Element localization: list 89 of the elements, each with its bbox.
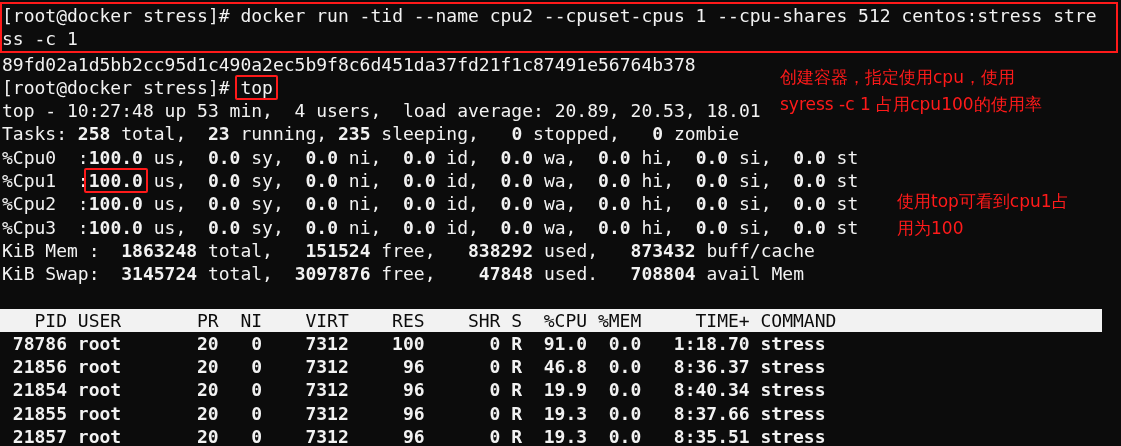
table-cell-text: R	[510, 378, 523, 402]
table-cell-text: 8:36.37	[672, 355, 750, 379]
table-cell-text: 19.9	[542, 378, 588, 402]
table-cell-text: root	[76, 378, 123, 402]
terminal-line: ss -c 1	[2, 28, 78, 50]
table-cell-text: 96	[401, 425, 425, 446]
table-cell-text: R	[510, 425, 523, 446]
table-cell-text: 19.3	[542, 401, 588, 426]
table-cell-text: 7312	[304, 425, 349, 446]
table-cell-text: 8:35.51	[672, 425, 750, 446]
column-header: %CPU	[542, 308, 588, 332]
table-cell-text: 20	[196, 425, 219, 446]
table-cell-text: 78786	[11, 331, 67, 356]
table-cell-text: 20	[196, 378, 219, 402]
column-header: TIME+	[694, 308, 750, 332]
table-cell-text: root	[76, 331, 123, 356]
table-cell-text: 20	[196, 401, 219, 426]
column-header: PR	[196, 308, 219, 332]
table-cell-text: 100	[391, 331, 425, 356]
table-cell-text: 0	[250, 378, 263, 402]
table-cell-text: 96	[401, 401, 425, 426]
highlighted-text: top	[235, 74, 278, 100]
table-cell-text: R	[510, 355, 523, 379]
column-header: RES	[391, 308, 425, 332]
column-header: S	[510, 308, 523, 332]
table-cell-text: 20	[196, 355, 219, 379]
table-cell-text: 0	[250, 355, 263, 379]
table-cell-text: 0	[488, 355, 501, 379]
terminal-line: KiB Swap: 3145724 total, 3097876 free, 47848 used. 708804 avail Mem	[2, 263, 804, 285]
table-cell-text: 21856	[11, 355, 67, 379]
column-header: PID	[33, 308, 67, 332]
terminal-line: 89fd02a1d5bb2cc95d1c490a2ec5b9f8c6d451da37fd21f1c87491e56764b378	[2, 53, 696, 75]
table-cell-text: 46.8	[542, 355, 588, 379]
table-cell-text: stress	[759, 331, 827, 356]
annotation-text: 创建容器，指定使用cpu，使用	[780, 66, 1016, 89]
table-cell-text: 0	[250, 401, 263, 426]
annotation-text: syress -c 1 占用cpu100的使用率	[780, 93, 1042, 116]
table-cell-text: 96	[401, 355, 425, 379]
terminal-line: %Cpu3 :100.0 us, 0.0 sy, 0.0 ni, 0.0 id, 0.0 wa, 0.0 hi, 0.0 si, 0.0 st	[2, 216, 859, 238]
table-cell-text: 0	[488, 425, 501, 446]
table-cell-text: 0.0	[607, 425, 642, 446]
table-cell-text: 7312	[304, 378, 349, 402]
table-cell-text: stress	[759, 425, 827, 446]
table-cell-text: 19.3	[542, 425, 588, 446]
table-cell-text: 21854	[11, 378, 67, 402]
column-header: USER	[76, 308, 123, 332]
table-cell-text: 0	[488, 331, 501, 356]
table-cell-text: 0.0	[607, 378, 642, 402]
annotation-text: 使用top可看到cpu1占	[897, 190, 1069, 213]
table-cell-text: 0.0	[607, 355, 642, 379]
terminal-line: Tasks: 258 total, 23 running, 235 sleeping, 0 stopped, 0 zombie	[2, 123, 739, 145]
table-cell-text: 20	[196, 331, 219, 356]
table-cell-text: 21857	[11, 425, 67, 446]
column-header: VIRT	[304, 308, 349, 332]
table-cell-text: 0.0	[607, 331, 642, 356]
table-cell-text: 8:40.34	[672, 378, 750, 402]
annotation-text: 用为100	[897, 217, 965, 240]
terminal-line: us, 0.0 sy, 0.0 ni, 0.0 id, 0.0 wa, 0.0 hi, 0.0 si, 0.0 st	[152, 170, 859, 192]
column-header: COMMAND	[759, 308, 838, 332]
table-cell-text: root	[76, 355, 123, 379]
table-cell-text: 0	[250, 331, 263, 356]
terminal-line: [root@docker stress]# docker run -tid --name cpu2 --cpuset-cpus 1 --cpu-shares 512 centos:stress stre	[2, 5, 1097, 26]
table-cell-text: root	[76, 425, 123, 446]
table-cell-text: 7312	[304, 331, 349, 356]
table-cell-text: 0.0	[607, 401, 642, 426]
table-cell-text: 8:37.66	[672, 401, 750, 426]
column-header: NI	[239, 308, 263, 332]
column-header: SHR	[466, 308, 501, 332]
table-cell-text: 96	[401, 378, 425, 402]
table-cell-text: R	[510, 401, 523, 426]
terminal-line: top - 10:27:48 up 53 min, 4 users, load average: 20.89, 20.53, 18.01	[2, 100, 761, 122]
table-cell-text: 7312	[304, 355, 349, 379]
table-cell-text: 0	[488, 378, 501, 402]
terminal-line: [root@docker stress]#	[2, 76, 231, 98]
table-cell-text: R	[510, 331, 523, 356]
table-cell-text: 0	[250, 425, 263, 446]
terminal-line: KiB Mem : 1863248 total, 151524 free, 838292 used, 873432 buff/cache	[2, 239, 815, 261]
column-header: %MEM	[596, 308, 642, 332]
table-cell-text: stress	[759, 378, 827, 402]
table-cell-text: 7312	[304, 401, 349, 426]
terminal-line: %Cpu2 :100.0 us, 0.0 sy, 0.0 ni, 0.0 id, 0.0 wa, 0.0 hi, 0.0 si, 0.0 st	[2, 193, 859, 215]
table-cell-text: stress	[759, 401, 827, 426]
table-cell-text: 21855	[11, 401, 67, 426]
table-cell-text: stress	[759, 355, 827, 379]
table-cell-text: 1:18.70	[672, 331, 750, 356]
table-cell-text: 91.0	[542, 331, 588, 356]
terminal-line: %Cpu0 :100.0 us, 0.0 sy, 0.0 ni, 0.0 id, 0.0 wa, 0.0 hi, 0.0 si, 0.0 st	[2, 146, 859, 168]
table-cell-text: root	[76, 401, 123, 426]
table-cell-text: 0	[488, 401, 501, 426]
